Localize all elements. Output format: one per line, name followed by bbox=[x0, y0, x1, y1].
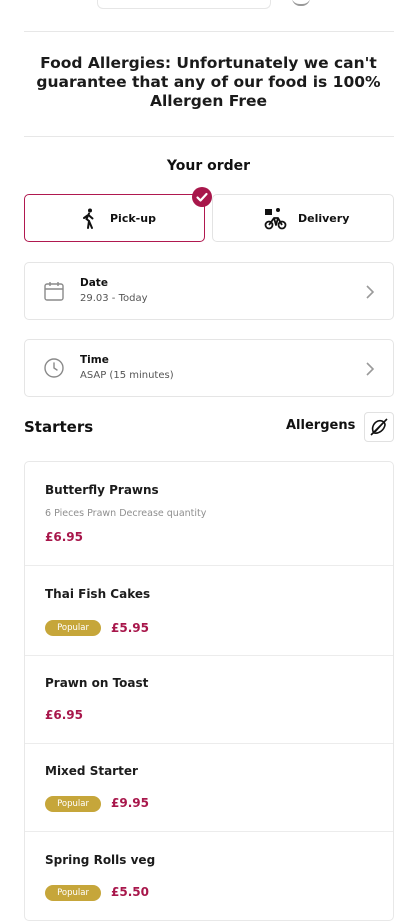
menu-item[interactable]: Prawn on Toast £6.95 bbox=[25, 656, 393, 744]
item-name: Prawn on Toast bbox=[45, 676, 149, 690]
clock-icon bbox=[44, 358, 64, 378]
item-name: Spring Rolls veg bbox=[45, 853, 156, 867]
menu-item[interactable]: Thai Fish Cakes Popular £5.95 bbox=[25, 566, 393, 656]
popular-badge: Popular bbox=[45, 796, 101, 812]
chevron-right-icon bbox=[366, 362, 375, 376]
chevron-right-icon bbox=[366, 285, 375, 299]
menu-items-list: Butterfly Prawns 6 Pieces Prawn Decrease… bbox=[24, 461, 394, 921]
pickup-option[interactable]: Pick-up bbox=[24, 194, 205, 242]
item-price: £5.50 bbox=[111, 885, 149, 899]
allergy-notice: Food Allergies: Unfortunately we can't g… bbox=[36, 54, 381, 110]
allergens-label[interactable]: Allergens bbox=[286, 418, 355, 433]
popular-badge: Popular bbox=[45, 885, 101, 901]
item-name: Butterfly Prawns bbox=[45, 483, 159, 497]
item-price: £5.95 bbox=[111, 621, 149, 635]
item-name: Thai Fish Cakes bbox=[45, 587, 151, 601]
item-price: £6.95 bbox=[45, 708, 83, 722]
date-value: 29.03 - Today bbox=[80, 293, 148, 304]
time-label: Time bbox=[80, 354, 109, 366]
walking-person-icon bbox=[83, 208, 94, 229]
selected-check-icon bbox=[192, 187, 212, 207]
section-title: Starters bbox=[24, 418, 94, 436]
item-description: 6 Pieces Prawn Decrease quantity bbox=[45, 508, 207, 519]
time-selector[interactable]: Time ASAP (15 minutes) bbox=[24, 339, 394, 397]
menu-item[interactable]: Spring Rolls veg Popular £5.50 bbox=[25, 832, 393, 920]
menu-item[interactable]: Butterfly Prawns 6 Pieces Prawn Decrease… bbox=[25, 462, 393, 566]
menu-item[interactable]: Mixed Starter Popular £9.95 bbox=[25, 744, 393, 832]
pickup-label: Pick-up bbox=[110, 211, 156, 225]
item-price: £9.95 bbox=[111, 796, 149, 810]
delivery-option[interactable]: Delivery bbox=[212, 194, 394, 242]
delivery-bike-icon bbox=[264, 208, 287, 230]
divider bbox=[24, 31, 394, 32]
time-value: ASAP (15 minutes) bbox=[80, 370, 174, 381]
date-selector[interactable]: Date 29.03 - Today bbox=[24, 262, 394, 320]
top-input-stub[interactable] bbox=[97, 0, 271, 9]
item-price: £6.95 bbox=[45, 530, 83, 544]
top-icon-stub bbox=[292, 0, 310, 6]
delivery-label: Delivery bbox=[298, 211, 350, 225]
popular-badge: Popular bbox=[45, 620, 101, 636]
calendar-icon bbox=[44, 282, 64, 301]
allergens-filter-button[interactable] bbox=[364, 412, 394, 442]
item-name: Mixed Starter bbox=[45, 764, 138, 778]
allergen-icon bbox=[370, 418, 388, 436]
divider bbox=[24, 136, 394, 137]
date-label: Date bbox=[80, 277, 108, 289]
your-order-heading: Your order bbox=[166, 158, 251, 174]
